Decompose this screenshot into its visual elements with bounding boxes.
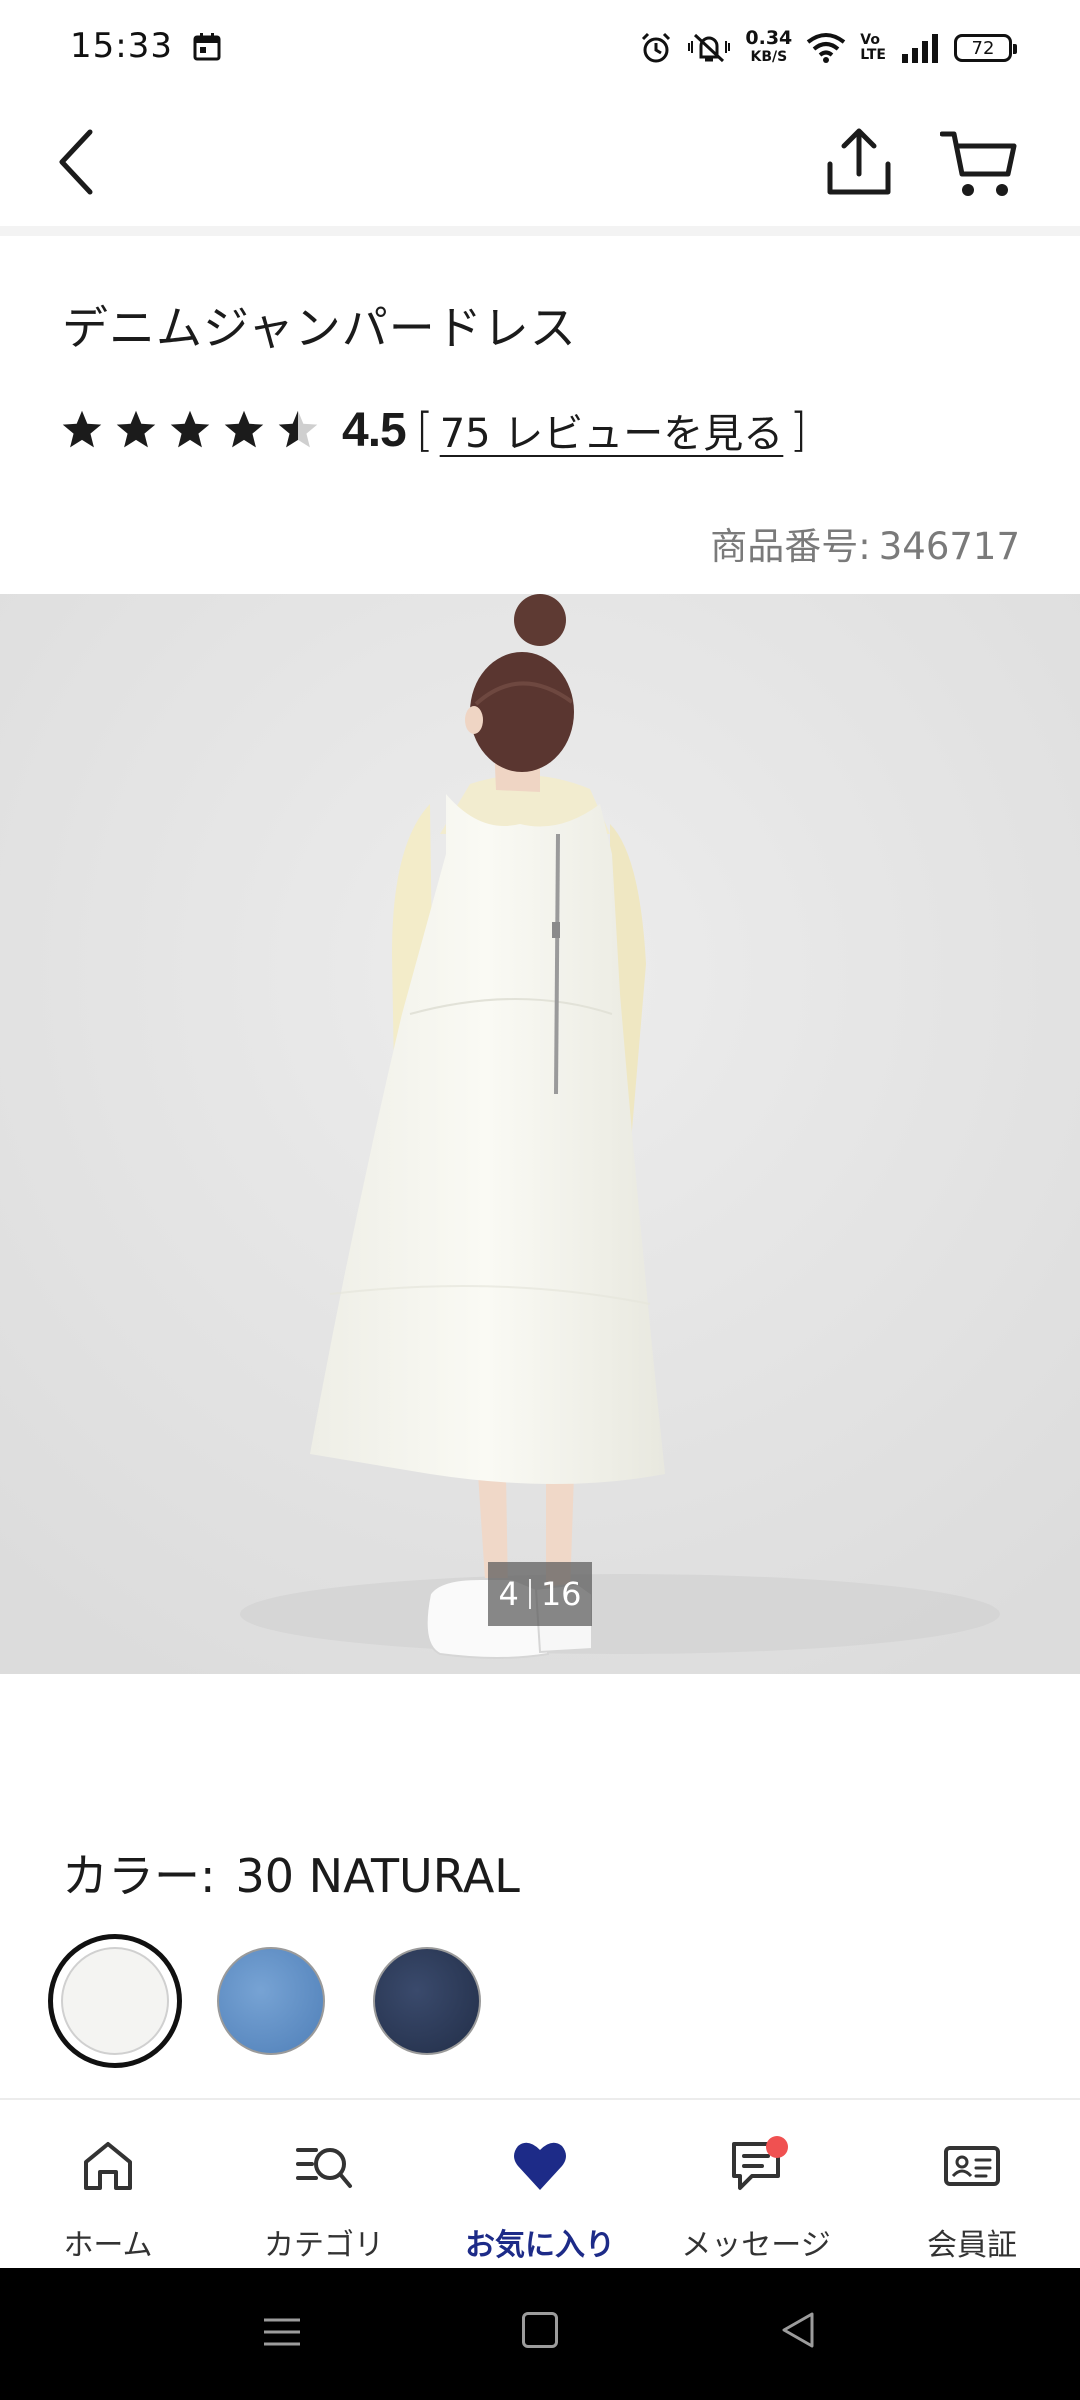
- rating-row: 4.5 [ 75 レビューを見る ]: [60, 400, 807, 460]
- image-counter-current: 4: [498, 1575, 519, 1613]
- message-badge: [766, 2136, 788, 2158]
- star-full-icon: [170, 410, 210, 448]
- volte-indicator: Vo LTE: [860, 32, 886, 63]
- swatch-natural[interactable]: [48, 1934, 182, 2068]
- nav-category[interactable]: カテゴリ: [216, 2100, 432, 2268]
- color-label: カラー: 30 NATURAL: [62, 1840, 520, 1906]
- app-header: [0, 96, 1080, 228]
- review-bracket-close: ]: [789, 403, 808, 457]
- nav-member-card[interactable]: 会員証: [864, 2100, 1080, 2268]
- share-icon[interactable]: [822, 126, 896, 200]
- star-full-icon: [116, 410, 156, 448]
- product-number-label: 商品番号:: [710, 525, 871, 568]
- nav-home[interactable]: ホーム: [0, 2100, 216, 2268]
- member-card-icon: [944, 2146, 1000, 2186]
- chevron-left-icon[interactable]: [50, 124, 100, 200]
- swatch-blue-fill: [217, 1947, 325, 2055]
- product-image[interactable]: [0, 594, 1080, 1674]
- network-speed: 0.34 KB/S: [745, 27, 793, 66]
- nav-favorites[interactable]: お気に入り: [432, 2100, 648, 2268]
- swatch-blue[interactable]: [204, 1934, 338, 2068]
- home-square-icon[interactable]: [522, 2312, 558, 2348]
- mute-bell-icon: [688, 33, 731, 63]
- signal-icon: [902, 34, 938, 63]
- status-bar: 15:33 0.34 KB/S Vo LTE 72: [0, 0, 1080, 96]
- alarm-icon: [642, 32, 671, 63]
- nav-member-card-label: 会員証: [927, 2228, 1017, 2263]
- nav-home-label: ホーム: [63, 2228, 153, 2263]
- nav-messages[interactable]: メッセージ: [648, 2100, 864, 2268]
- recent-apps-icon[interactable]: [262, 2312, 302, 2352]
- rating-stars: [60, 408, 320, 452]
- color-label-text: カラー:: [62, 1849, 216, 1903]
- review-bracket-open: [: [415, 403, 434, 457]
- battery-indicator: 72: [954, 34, 1017, 62]
- rating-value: 4.5: [342, 403, 407, 457]
- image-counter-divider: [528, 1579, 531, 1609]
- product-number-value: 346717: [878, 525, 1020, 568]
- star-full-icon: [224, 410, 264, 448]
- header-divider: [0, 226, 1080, 236]
- heart-icon: [514, 2142, 566, 2190]
- swatch-natural-fill: [61, 1947, 169, 2055]
- swatch-navy[interactable]: [360, 1934, 494, 2068]
- status-time: 15:33: [70, 26, 173, 66]
- bottom-nav: ホーム カテゴリ お気に入り メッセージ 会員証: [0, 2098, 1080, 2268]
- back-triangle-icon[interactable]: [778, 2310, 818, 2350]
- image-counter: 4 16: [488, 1562, 592, 1626]
- nav-messages-label: メッセージ: [681, 2228, 831, 2263]
- wifi-icon: [807, 33, 846, 63]
- review-link[interactable]: 75 レビューを見る: [434, 401, 790, 459]
- category-search-icon: [296, 2148, 352, 2188]
- color-swatches: [48, 1934, 494, 2068]
- star-full-icon: [62, 410, 102, 448]
- home-icon: [84, 2142, 132, 2190]
- calendar-icon: [193, 33, 221, 61]
- nav-favorites-label: お気に入り: [465, 2228, 615, 2263]
- system-nav-bar: [0, 2268, 1080, 2400]
- image-counter-total: 16: [540, 1575, 582, 1613]
- nav-category-label: カテゴリ: [264, 2228, 384, 2263]
- color-value: 30 NATURAL: [235, 1849, 520, 1903]
- product-number: 商品番号: 346717: [702, 516, 1020, 570]
- swatch-navy-fill: [373, 1947, 481, 2055]
- product-photo: [0, 594, 1080, 1674]
- star-half-icon: [278, 410, 318, 448]
- cart-icon[interactable]: [940, 128, 1020, 202]
- product-title: デニムジャンパードレス: [62, 301, 577, 355]
